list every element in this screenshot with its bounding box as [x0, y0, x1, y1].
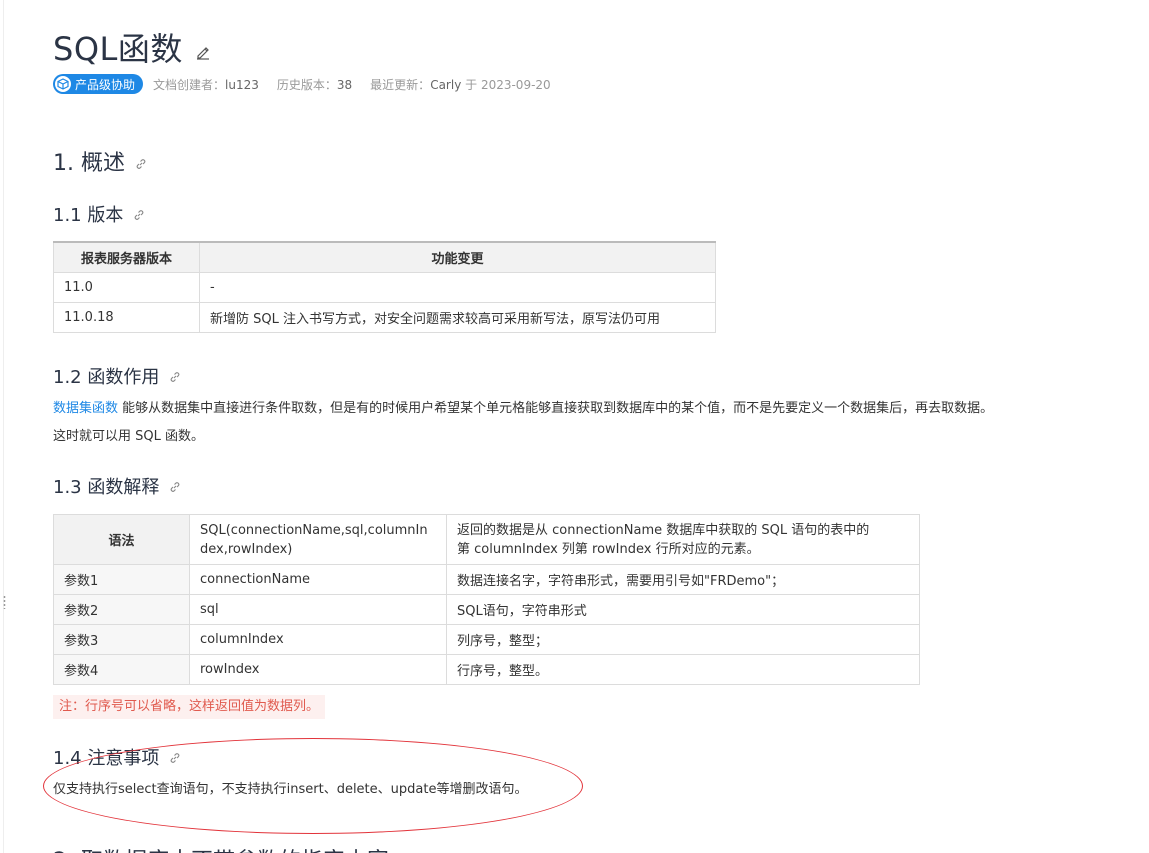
history-label: 历史版本： — [276, 77, 337, 92]
page-title-text: SQL函数 — [53, 30, 183, 68]
heading-text: 1.3 函数解释 — [53, 477, 160, 498]
purpose-paragraph: 数据集函数 能够从数据集中直接进行条件取数，但是有的时候用户希望某个单元格能够直… — [53, 395, 993, 451]
creator-value: lu123 — [225, 77, 259, 92]
edit-icon[interactable] — [195, 30, 211, 60]
history-value: 38 — [336, 77, 353, 92]
link-icon[interactable] — [133, 205, 145, 220]
table-row: 参数2 sql SQL语句，字符串形式 — [53, 594, 920, 625]
param-name: connectionName — [189, 564, 447, 595]
param-name: rowIndex — [189, 654, 447, 685]
table-row: 11.0.18 新增防 SQL 注入书写方式，对安全问题需求较高可采用新写法，原… — [53, 301, 716, 333]
history-meta[interactable]: 历史版本：38 — [277, 76, 352, 93]
link-icon[interactable] — [169, 367, 181, 382]
link-icon[interactable] — [169, 748, 181, 763]
note-callout: 注：行序号可以省略，这样返回值为数据列。 — [53, 695, 326, 719]
syntax-label: 语法 — [53, 514, 190, 565]
link-icon[interactable] — [135, 151, 147, 169]
param-desc: 数据连接名字，字符串形式，需要用引号如"FRDemo"； — [446, 564, 920, 595]
syntax-desc-line-1: 返回的数据是从 connectionName 数据库中获取的 SQL 语句的表中… — [457, 522, 870, 538]
version-table: 报表服务器版本 功能变更 11.0 - 11.0.18 新增防 SQL 注入书写… — [53, 241, 716, 333]
heading-text: 1.4 注意事项 — [53, 748, 160, 769]
table-cell: - — [199, 271, 716, 303]
section-heading-explain: 1.3 函数解释 — [53, 473, 181, 499]
left-panel-edge — [0, 0, 4, 853]
page-title: SQL函数 — [53, 24, 211, 70]
syntax-desc-line-2: 第 columnIndex 列第 rowIndex 行所对应的元素。 — [457, 541, 760, 557]
creator-meta: 文档创建者：lu123 — [153, 76, 259, 93]
section-heading-version: 1.1 版本 — [53, 201, 145, 227]
param-desc: SQL语句，字符串形式 — [446, 594, 920, 625]
badge-label: 产品级协助 — [75, 77, 136, 92]
table-cell: 11.0 — [53, 271, 200, 303]
link-icon[interactable] — [169, 477, 181, 492]
doc-meta: 产品级协助 文档创建者：lu123 历史版本：38 最近更新：Carly 于 2… — [53, 73, 569, 95]
explain-table: 语法 SQL(connectionName,sql,columnIn dex,ro… — [53, 514, 920, 685]
param-desc: 列序号，整型； — [446, 624, 920, 655]
purpose-line-2: 这时就可以用 SQL 函数。 — [53, 429, 204, 444]
table-row: 参数4 rowIndex 行序号，整型。 — [53, 654, 920, 685]
table-header-row: 报表服务器版本 功能变更 — [53, 241, 716, 273]
section-heading-overview: 1. 概述 — [53, 145, 147, 177]
syntax-desc-cell: 返回的数据是从 connectionName 数据库中获取的 SQL 语句的表中… — [446, 514, 920, 565]
creator-label: 文档创建者： — [153, 77, 226, 92]
purpose-text: 能够从数据集中直接进行条件取数，但是有的时候用户希望某个单元格能够直接获取到数据… — [118, 401, 994, 416]
table-row: 参数3 columnIndex 列序号，整型； — [53, 624, 920, 655]
caution-text: 仅支持执行select查询语句，不支持执行insert、delete、updat… — [53, 782, 528, 797]
column-header: 功能变更 — [199, 241, 716, 273]
section-heading-purpose: 1.2 函数作用 — [53, 363, 181, 389]
heading-text: 1. 概述 — [53, 151, 125, 176]
column-header: 报表服务器版本 — [53, 241, 200, 273]
param-label: 参数1 — [53, 564, 190, 595]
heading-text: 1.1 版本 — [53, 205, 124, 226]
updated-meta: 最近更新：Carly 于 2023-09-20 — [370, 76, 551, 93]
purpose-line-1: 数据集函数 能够从数据集中直接进行条件取数，但是有的时候用户希望某个单元格能够直… — [53, 395, 993, 423]
param-label: 参数2 — [53, 594, 190, 625]
param-desc: 行序号，整型。 — [446, 654, 920, 685]
param-name: sql — [189, 594, 447, 625]
syntax-row: 语法 SQL(connectionName,sql,columnIn dex,ro… — [53, 514, 920, 565]
param-label: 参数4 — [53, 654, 190, 685]
section-heading-fetch: 2. 取数据库中不带参数的指定内容 — [53, 843, 389, 853]
resize-handle[interactable] — [3, 595, 6, 609]
table-cell: 11.0.18 — [53, 301, 200, 333]
updated-label: 最近更新： — [370, 77, 431, 92]
syntax-cell: SQL(connectionName,sql,columnIn dex,rowIn… — [189, 514, 447, 565]
cube-icon — [55, 76, 71, 92]
updated-date: 于 2023-09-20 — [465, 77, 551, 92]
syntax-line-2: dex,rowIndex) — [200, 541, 293, 557]
syntax-line-1: SQL(connectionName,sql,columnIn — [200, 522, 428, 538]
heading-text: 1.2 函数作用 — [53, 367, 160, 388]
dataset-function-link[interactable]: 数据集函数 — [53, 401, 118, 416]
param-label: 参数3 — [53, 624, 190, 655]
param-name: columnIndex — [189, 624, 447, 655]
product-badge[interactable]: 产品级协助 — [53, 74, 144, 94]
table-cell: 新增防 SQL 注入书写方式，对安全问题需求较高可采用新写法，原写法仍可用 — [199, 301, 716, 333]
table-row: 参数1 connectionName 数据连接名字，字符串形式，需要用引号如"F… — [53, 564, 920, 595]
table-row: 11.0 - — [53, 271, 716, 303]
updated-by: Carly — [430, 77, 462, 92]
section-heading-caution: 1.4 注意事项 — [53, 744, 181, 770]
